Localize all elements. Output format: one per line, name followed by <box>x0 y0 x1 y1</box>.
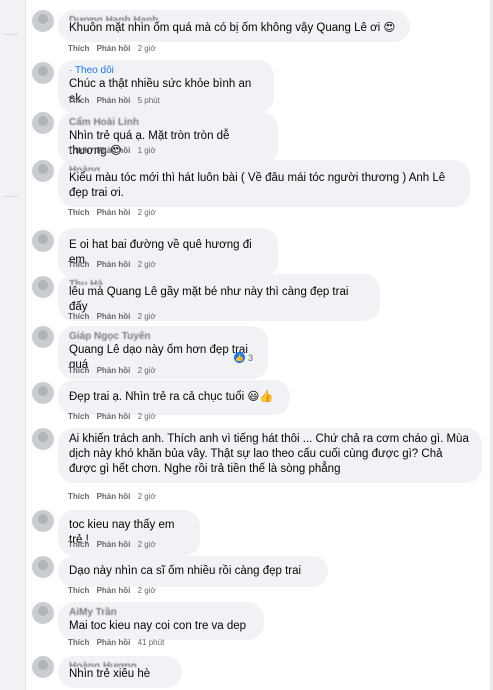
comment-time[interactable]: 2 giờ <box>138 540 156 549</box>
comment-text: Nhìn trẻ xiêu hè <box>69 668 151 680</box>
comment-actions: Thích Phản hồi 5 phút <box>68 96 165 105</box>
comment-text: lêu mà Quang Lê gầy mặt bé như này thì c… <box>69 286 349 313</box>
comment-author[interactable]: Cẩm Hoài Linh <box>69 117 267 129</box>
comment-author[interactable]: Hoàng <box>69 165 459 171</box>
like-button[interactable]: Thích <box>68 492 89 501</box>
left-panel-edge <box>0 0 26 690</box>
comment-author[interactable]: Thu Hà <box>69 279 369 285</box>
avatar[interactable] <box>32 428 54 450</box>
reply-button[interactable]: Phản hồi <box>97 366 131 375</box>
comment-actions: Thích Phản hồi 2 giờ <box>68 412 161 421</box>
comment-bubble: Hoàng Hương Nhìn trẻ xiêu hè <box>58 656 182 688</box>
comment-text: Ai khiến trách anh. Thích anh vì tiếng h… <box>69 433 469 475</box>
reply-button[interactable]: Phản hồi <box>97 44 131 53</box>
avatar[interactable] <box>32 10 54 32</box>
comment-time[interactable]: 1 giờ <box>138 146 156 155</box>
like-button[interactable]: Thích <box>68 586 89 595</box>
follow-link[interactable]: · Theo dõi <box>69 65 263 77</box>
reply-button[interactable]: Phản hồi <box>97 312 131 321</box>
comment-bubble: Dạo này nhìn ca sĩ ốm nhiều rồi càng đẹp… <box>58 556 328 587</box>
comment-bubble: Ai khiến trách anh. Thích anh vì tiếng h… <box>58 428 482 483</box>
comment-text: Khuôn mặt nhìn ốm quá mà có bị ốm không … <box>69 22 396 34</box>
comment-text: Kiểu màu tóc mới thì hát luôn bài ( Về đ… <box>69 172 446 199</box>
like-button[interactable]: Thích <box>68 44 89 53</box>
comment-author[interactable]: AiMy Trần <box>69 607 253 619</box>
comment-actions: Thích Phản hồi 2 giờ <box>68 44 161 53</box>
comment-time[interactable]: 2 giờ <box>138 44 156 53</box>
like-reaction-icon: 👍 <box>234 352 245 363</box>
avatar[interactable] <box>32 276 54 298</box>
reply-button[interactable]: Phản hồi <box>97 586 131 595</box>
comment-author[interactable]: Dương Hạnh Hạnh <box>69 15 399 21</box>
like-button[interactable]: Thích <box>68 208 89 217</box>
comment-text: Mai toc kieu nay coi con tre va dep <box>69 620 247 632</box>
comment-actions: Thích Phản hồi 2 giờ <box>68 208 161 217</box>
comment-actions: Thích Phản hồi 2 giờ <box>68 366 161 375</box>
avatar[interactable] <box>32 230 54 252</box>
comment-time[interactable]: 2 giờ <box>138 366 156 375</box>
reply-button[interactable]: Phản hồi <box>97 412 131 421</box>
comment-time[interactable]: 2 giờ <box>138 260 156 269</box>
reply-button[interactable]: Phản hồi <box>97 260 131 269</box>
reaction-count[interactable]: 👍 3 <box>234 352 253 363</box>
comment-time[interactable]: 2 giờ <box>138 208 156 217</box>
avatar[interactable] <box>32 62 54 84</box>
avatar[interactable] <box>32 160 54 182</box>
avatar[interactable] <box>32 656 54 678</box>
comment-text: Dạo này nhìn ca sĩ ốm nhiều rồi càng đẹp… <box>69 565 302 577</box>
reply-button[interactable]: Phản hồi <box>97 492 131 501</box>
comment-time[interactable]: 2 giờ <box>138 492 156 501</box>
comment-author[interactable]: Hoàng Hương <box>69 661 171 667</box>
comment-bubble: toc kieu nay thấy em trẻ ! <box>58 510 200 556</box>
comment-bubble: · Theo dõi Chúc a thật nhiều sức khỏe bì… <box>58 60 274 113</box>
reply-button[interactable]: Phản hồi <box>97 96 131 105</box>
comment-bubble: Cẩm Hoài Linh Nhìn trẻ quá ạ. Mặt tròn t… <box>58 112 278 165</box>
comment-actions: Thích Phản hồi 41 phút <box>68 638 169 647</box>
comment-bubble: Dương Hạnh Hạnh Khuôn mặt nhìn ốm quá mà… <box>58 10 410 42</box>
comment-bubble: E oi hat bai đường về quê hương đi em <box>58 228 278 278</box>
comment-text: Đẹp trai ạ. Nhìn trẻ ra cả chục tuổi 😃👍 <box>69 391 274 403</box>
like-button[interactable]: Thích <box>68 312 89 321</box>
reply-button[interactable]: Phản hồi <box>97 540 131 549</box>
comment-author-prefix: · <box>69 65 73 76</box>
comment-time[interactable]: 2 giờ <box>138 412 156 421</box>
comment-bubble: Đẹp trai ạ. Nhìn trẻ ra cả chục tuổi 😃👍 <box>58 380 290 415</box>
reply-button[interactable]: Phản hồi <box>97 638 131 647</box>
like-button[interactable]: Thích <box>68 366 89 375</box>
like-button[interactable]: Thích <box>68 540 89 549</box>
avatar[interactable] <box>32 510 54 532</box>
like-button[interactable]: Thích <box>68 260 89 269</box>
like-button[interactable]: Thích <box>68 638 89 647</box>
comment-actions: Thích Phản hồi 2 giờ <box>68 312 161 321</box>
comment-time[interactable]: 41 phút <box>138 638 165 647</box>
like-button[interactable]: Thích <box>68 412 89 421</box>
comment-bubble: Hoàng Kiểu màu tóc mới thì hát luôn bài … <box>58 160 470 207</box>
like-button[interactable]: Thích <box>68 146 89 155</box>
comment-actions: Thích Phản hồi 1 giờ <box>68 146 161 155</box>
comment-actions: Thích Phản hồi 2 giờ <box>68 540 161 549</box>
comment-actions: Thích Phản hồi 2 giờ <box>68 260 161 269</box>
reply-button[interactable]: Phản hồi <box>97 146 131 155</box>
avatar[interactable] <box>32 602 54 624</box>
avatar[interactable] <box>32 326 54 348</box>
avatar[interactable] <box>32 112 54 134</box>
comment-actions: Thích Phản hồi 2 giờ <box>68 492 161 501</box>
avatar[interactable] <box>32 556 54 578</box>
reply-button[interactable]: Phản hồi <box>97 208 131 217</box>
comment-time[interactable]: 5 phút <box>138 96 160 105</box>
comment-author[interactable]: Giáp Ngọc Tuyến <box>69 331 257 343</box>
comment-time[interactable]: 2 giờ <box>138 586 156 595</box>
avatar[interactable] <box>32 382 54 404</box>
comment-bubble: AiMy Trần Mai toc kieu nay coi con tre v… <box>58 602 264 640</box>
comment-actions: Thích Phản hồi 2 giờ <box>68 586 161 595</box>
like-button[interactable]: Thích <box>68 96 89 105</box>
comment-time[interactable]: 2 giờ <box>138 312 156 321</box>
